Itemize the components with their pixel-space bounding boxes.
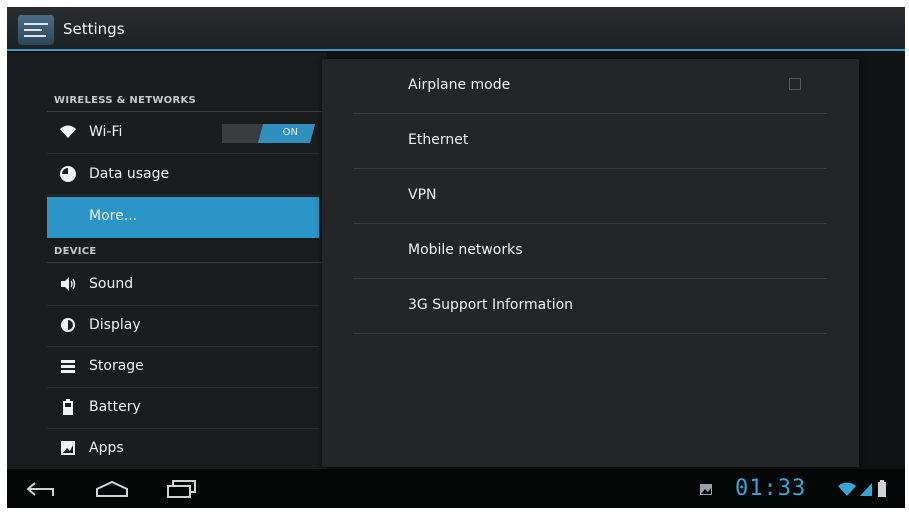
wifi-toggle-state: ON	[282, 127, 298, 138]
header-item-display[interactable]: Display	[47, 306, 319, 347]
airplane-mode-label: Airplane mode	[408, 77, 511, 93]
back-icon[interactable]	[25, 479, 59, 499]
header-item-data-usage[interactable]: Data usage	[47, 155, 319, 196]
data-usage-icon	[60, 166, 76, 182]
wifi-label: Wi-Fi	[89, 124, 123, 140]
vpn-label: VPN	[408, 187, 437, 203]
header-item-wifi[interactable]: Wi-Fi ON	[47, 113, 319, 154]
sound-label: Sound	[89, 276, 134, 292]
data-usage-label: Data usage	[89, 166, 170, 182]
airplane-mode-checkbox[interactable]	[789, 78, 801, 90]
recent-apps-icon[interactable]	[165, 479, 199, 499]
apps-icon	[61, 441, 75, 455]
storage-label: Storage	[89, 358, 144, 374]
more-label: More...	[89, 208, 138, 224]
header-item-apps[interactable]: Apps	[47, 429, 319, 470]
screenshot-notification-icon[interactable]	[699, 483, 713, 496]
more-settings-pane: Airplane mode Ethernet VPN Mobile networ…	[322, 59, 859, 467]
display-icon	[61, 318, 75, 332]
settings-headers-pane: WIRELESS & NETWORKS Wi-Fi ON Data usage …	[7, 53, 327, 469]
ethernet-label: Ethernet	[408, 132, 469, 148]
section-wireless-networks: WIRELESS & NETWORKS	[54, 95, 197, 106]
storage-icon	[61, 360, 75, 373]
section-device: DEVICE	[54, 246, 97, 257]
header-item-more[interactable]: More...	[47, 197, 319, 238]
system-navigation-bar: 01:33	[7, 469, 905, 508]
app-title: Settings	[63, 20, 125, 38]
vpn-item[interactable]: VPN	[353, 169, 827, 224]
wifi-toggle[interactable]: ON	[222, 124, 316, 143]
battery-icon	[63, 399, 73, 415]
wifi-signal-icon	[838, 482, 856, 496]
header-item-battery[interactable]: Battery	[47, 388, 319, 429]
cell-signal-icon	[860, 483, 872, 496]
status-clock: 01:33	[735, 476, 807, 501]
battery-status-icon	[878, 480, 886, 497]
home-icon[interactable]	[94, 479, 130, 499]
header-item-sound[interactable]: Sound	[47, 265, 319, 306]
mobile-networks-label: Mobile networks	[408, 242, 523, 258]
settings-icon[interactable]	[18, 15, 54, 45]
3g-support-information-item[interactable]: 3G Support Information	[353, 279, 827, 334]
display-label: Display	[89, 317, 141, 333]
ethernet-item[interactable]: Ethernet	[353, 114, 827, 169]
3g-support-information-label: 3G Support Information	[408, 297, 574, 313]
action-bar: Settings	[7, 7, 905, 51]
header-item-storage[interactable]: Storage	[47, 347, 319, 388]
apps-label: Apps	[89, 440, 124, 456]
mobile-networks-item[interactable]: Mobile networks	[353, 224, 827, 279]
airplane-mode-item[interactable]: Airplane mode	[353, 59, 827, 114]
wifi-icon	[60, 125, 76, 138]
battery-label: Battery	[89, 399, 141, 415]
sound-icon	[61, 277, 76, 291]
android-screen: Settings WIRELESS & NETWORKS Wi-Fi ON Da…	[7, 7, 905, 508]
